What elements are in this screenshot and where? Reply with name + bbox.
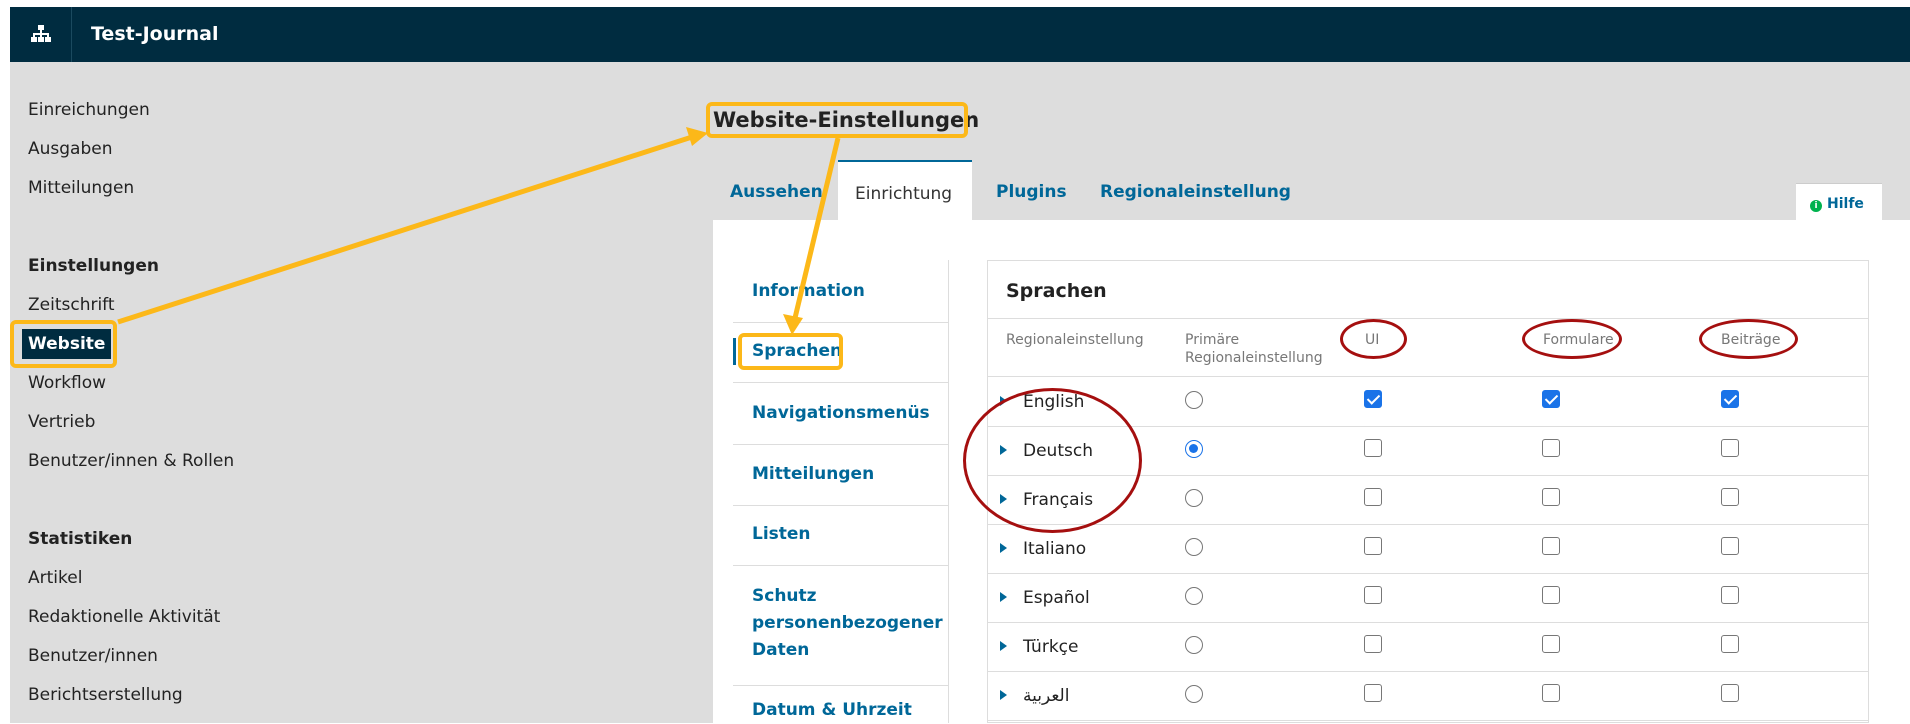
row-divider — [988, 720, 1868, 721]
col-header-locale: Regionaleinstellung — [1006, 332, 1144, 348]
submissions-checkbox[interactable] — [1721, 390, 1739, 408]
sidebar-item-benutzer[interactable]: Benutzer/innen — [28, 646, 158, 666]
forms-checkbox[interactable] — [1542, 586, 1560, 604]
submissions-checkbox[interactable] — [1721, 635, 1739, 653]
submissions-checkbox[interactable] — [1721, 537, 1739, 555]
forms-checkbox[interactable] — [1542, 390, 1560, 408]
sidebar-item-artikel[interactable]: Artikel — [28, 568, 82, 588]
highlight-website — [10, 320, 117, 368]
ui-checkbox[interactable] — [1364, 586, 1382, 604]
primary-locale-radio[interactable] — [1185, 489, 1203, 507]
subnav-mitteilungen[interactable]: Mitteilungen — [752, 461, 874, 488]
tab-aussehen[interactable]: Aussehen — [730, 160, 823, 220]
highlight-sprachen — [738, 333, 843, 370]
help-label: Hilfe — [1827, 196, 1864, 212]
sitemap-button[interactable] — [10, 7, 72, 62]
primary-locale-radio[interactable] — [1185, 636, 1203, 654]
sidebar-item-ausgaben[interactable]: Ausgaben — [28, 139, 113, 159]
subnav-divider — [733, 322, 948, 323]
subnav-border — [948, 260, 949, 723]
submissions-checkbox[interactable] — [1721, 586, 1739, 604]
subnav-navigationsmenues[interactable]: Navigationsmenüs — [752, 400, 930, 427]
subnav-divider — [733, 444, 948, 445]
language-row[interactable]: Italiano — [1000, 539, 1086, 559]
expand-triangle-icon[interactable] — [1000, 543, 1007, 553]
language-name: Español — [1023, 588, 1090, 608]
forms-checkbox[interactable] — [1542, 488, 1560, 506]
journal-name[interactable]: Test-Journal — [91, 23, 218, 45]
sidebar-heading-einstellungen: Einstellungen — [28, 256, 159, 276]
languages-title: Sprachen — [1006, 280, 1107, 302]
sidebar-item-mitteilungen[interactable]: Mitteilungen — [28, 178, 134, 198]
forms-checkbox[interactable] — [1542, 537, 1560, 555]
primary-locale-radio[interactable] — [1185, 685, 1203, 703]
sidebar-item-berichtserstellung[interactable]: Berichtserstellung — [28, 685, 183, 705]
submissions-checkbox[interactable] — [1721, 439, 1739, 457]
subnav-listen[interactable]: Listen — [752, 521, 811, 548]
sitemap-icon — [31, 25, 51, 42]
sidebar-item-vertrieb[interactable]: Vertrieb — [28, 412, 95, 432]
language-name: Türkçe — [1023, 637, 1079, 657]
help-button[interactable]: i Hilfe — [1796, 183, 1882, 223]
language-row[interactable]: Español — [1000, 588, 1090, 608]
submissions-checkbox[interactable] — [1721, 488, 1739, 506]
row-divider — [988, 622, 1868, 623]
sidebar-item-einreichungen[interactable]: Einreichungen — [28, 100, 150, 120]
ui-checkbox[interactable] — [1364, 390, 1382, 408]
row-divider — [988, 524, 1868, 525]
info-icon: i — [1810, 200, 1822, 212]
subnav-divider — [733, 565, 948, 566]
annotation-ellipse-forms — [1522, 319, 1622, 359]
sidebar-item-benutzer-rollen[interactable]: Benutzer/innen & Rollen — [28, 451, 234, 471]
primary-locale-radio[interactable] — [1185, 587, 1203, 605]
divider — [988, 376, 1868, 377]
subnav-divider — [733, 505, 948, 506]
forms-checkbox[interactable] — [1542, 635, 1560, 653]
ui-checkbox[interactable] — [1364, 537, 1382, 555]
submissions-checkbox[interactable] — [1721, 684, 1739, 702]
col-header-primary: Primäre Regionaleinstellung — [1185, 332, 1323, 366]
row-divider — [988, 573, 1868, 574]
annotation-ellipse-languages — [963, 388, 1142, 533]
row-divider — [988, 671, 1868, 672]
primary-locale-radio[interactable] — [1185, 391, 1203, 409]
sidebar-heading-statistiken: Statistiken — [28, 529, 133, 549]
sidebar-item-zeitschrift[interactable]: Zeitschrift — [28, 295, 115, 315]
highlight-title — [706, 102, 968, 138]
tab-regionaleinstellung[interactable]: Regionaleinstellung — [1100, 160, 1291, 220]
forms-checkbox[interactable] — [1542, 439, 1560, 457]
annotation-ellipse-ui — [1340, 319, 1407, 359]
subnav-datum-uhrzeit[interactable]: Datum & Uhrzeit — [752, 697, 912, 724]
forms-checkbox[interactable] — [1542, 684, 1560, 702]
primary-locale-radio[interactable] — [1185, 538, 1203, 556]
ui-checkbox[interactable] — [1364, 684, 1382, 702]
tab-einrichtung[interactable]: Einrichtung — [838, 160, 972, 220]
language-row[interactable]: العربية — [1000, 686, 1069, 706]
sidebar-item-redaktionelle-aktivitaet[interactable]: Redaktionelle Aktivität — [28, 607, 220, 627]
ui-checkbox[interactable] — [1364, 488, 1382, 506]
annotation-ellipse-submissions — [1699, 319, 1798, 359]
ui-checkbox[interactable] — [1364, 635, 1382, 653]
expand-triangle-icon[interactable] — [1000, 592, 1007, 602]
subnav-divider — [733, 382, 948, 383]
language-row[interactable]: Türkçe — [1000, 637, 1078, 657]
tab-plugins[interactable]: Plugins — [996, 160, 1067, 220]
subnav-divider — [733, 685, 948, 686]
top-bar: Test-Journal — [10, 7, 1910, 62]
expand-triangle-icon[interactable] — [1000, 690, 1007, 700]
subnav-information[interactable]: Information — [752, 278, 865, 305]
language-name: Italiano — [1023, 539, 1087, 559]
expand-triangle-icon[interactable] — [1000, 641, 1007, 651]
sidebar-item-workflow[interactable]: Workflow — [28, 373, 106, 393]
primary-locale-radio[interactable] — [1185, 440, 1203, 458]
subnav-schutz-daten[interactable]: Schutz personenbezogener Daten — [752, 583, 943, 664]
language-name: العربية — [1023, 686, 1070, 706]
ui-checkbox[interactable] — [1364, 439, 1382, 457]
